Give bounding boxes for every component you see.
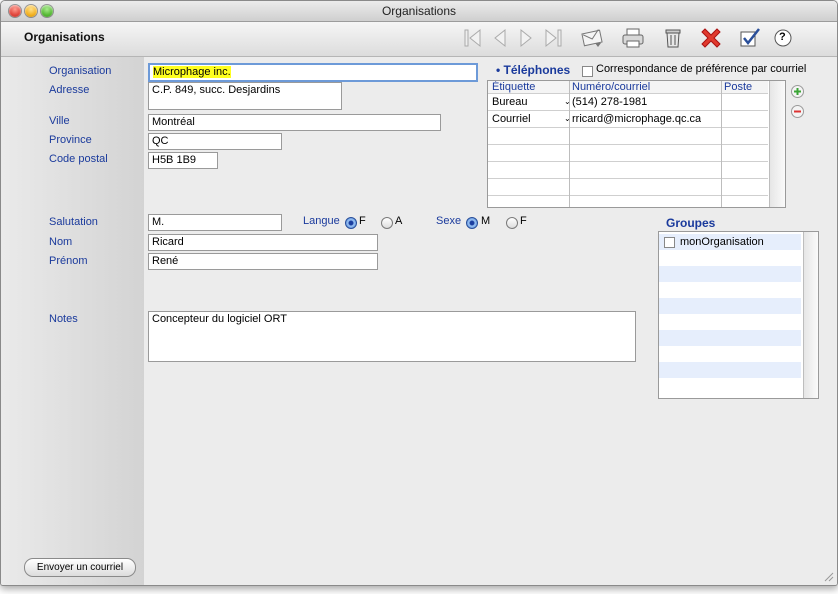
pref-email-checkbox[interactable]	[582, 66, 593, 77]
col-poste-header: Poste	[724, 81, 753, 93]
sexe-f-radio[interactable]	[506, 217, 518, 229]
group-checkbox[interactable]	[664, 237, 675, 248]
adresse-label: Adresse	[49, 84, 90, 96]
organisations-window: Organisations Organisations ? Organisati…	[0, 0, 838, 586]
list-item[interactable]	[659, 314, 801, 330]
toolbar: Organisations ?	[1, 22, 837, 57]
window-title: Organisations	[381, 4, 457, 18]
langue-label: Langue	[303, 215, 340, 227]
column-divider	[569, 81, 570, 207]
table-row[interactable]	[488, 145, 768, 162]
notes-label: Notes	[49, 313, 78, 325]
help-icon[interactable]: ?	[771, 26, 795, 50]
sexe-m-label: M	[481, 215, 491, 227]
section-title: Organisations	[24, 30, 105, 44]
send-email-icon[interactable]	[581, 26, 605, 50]
ville-field[interactable]: Montréal	[148, 114, 441, 131]
langue-a-label: A	[395, 215, 403, 227]
last-record-icon[interactable]	[541, 26, 565, 50]
table-row[interactable]: Bureau ⌄ (514) 278-1981	[488, 94, 768, 111]
column-divider	[721, 81, 722, 207]
etiquette-cell[interactable]: Bureau	[492, 94, 527, 110]
langue-f-label: F	[359, 215, 366, 227]
nom-label: Nom	[49, 236, 73, 248]
table-row[interactable]	[488, 162, 768, 179]
table-row[interactable]: Courriel ⌄ rricard@microphage.qc.ca	[488, 111, 768, 128]
next-record-icon[interactable]	[514, 26, 538, 50]
sexe-f-label: F	[520, 215, 527, 227]
province-field[interactable]: QC	[148, 133, 282, 150]
send-email-button[interactable]: Envoyer un courriel	[24, 558, 136, 577]
prenom-label: Prénom	[49, 255, 88, 267]
groupes-title: Groupes	[666, 216, 716, 230]
print-icon[interactable]	[621, 26, 645, 50]
delete-trash-icon[interactable]	[661, 26, 685, 50]
groupes-list: monOrganisation	[658, 231, 819, 399]
table-row[interactable]	[488, 128, 768, 145]
first-record-icon[interactable]	[461, 26, 485, 50]
list-item[interactable]	[659, 378, 801, 394]
list-item[interactable]	[659, 346, 801, 362]
help-label: ?	[779, 31, 786, 43]
prenom-field[interactable]: René	[148, 253, 378, 270]
list-item[interactable]	[659, 330, 801, 346]
list-item[interactable]	[659, 298, 801, 314]
salutation-label: Salutation	[49, 216, 98, 228]
langue-a-radio[interactable]	[381, 217, 393, 229]
col-numero-header: Numéro/courriel	[572, 81, 651, 93]
organisation-field[interactable]: Microphage inc.	[148, 63, 478, 82]
list-item[interactable]	[659, 282, 801, 298]
col-etiquette-header: Étiquette	[492, 81, 536, 93]
etiquette-cell[interactable]: Courriel	[492, 111, 531, 127]
telephones-table: Étiquette Numéro/courriel Poste Bureau ⌄…	[487, 80, 786, 208]
nom-field[interactable]: Ricard	[148, 234, 378, 251]
list-item[interactable]	[659, 266, 801, 282]
list-item[interactable]	[659, 362, 801, 378]
ville-label: Ville	[49, 115, 70, 127]
previous-record-icon[interactable]	[488, 26, 512, 50]
salutation-field[interactable]: M.	[148, 214, 282, 231]
table-row[interactable]	[488, 179, 768, 196]
numero-cell[interactable]: (514) 278-1981	[572, 94, 647, 110]
list-item[interactable]	[659, 250, 801, 266]
telephones-title: • Téléphones	[496, 63, 571, 77]
list-item[interactable]: monOrganisation	[659, 234, 801, 250]
add-row-icon[interactable]	[791, 85, 804, 101]
sexe-label: Sexe	[436, 215, 462, 227]
table-header: Étiquette Numéro/courriel Poste	[488, 81, 768, 94]
adresse-field[interactable]: C.P. 849, succ. Desjardins	[148, 82, 342, 110]
save-checkbox-icon[interactable]	[738, 26, 762, 50]
cancel-x-icon[interactable]	[699, 26, 723, 50]
langue-f-radio[interactable]	[345, 217, 357, 229]
group-label: monOrganisation	[680, 236, 764, 248]
province-label: Province	[49, 134, 92, 146]
groupes-scrollbar[interactable]	[803, 232, 818, 398]
organisation-label: Organisation	[49, 65, 112, 77]
title-bar: Organisations	[1, 1, 837, 22]
pref-email-label: Correspondance de préférence par courrie…	[596, 63, 807, 75]
code-postal-label: Code postal	[49, 153, 108, 165]
resize-grip-icon[interactable]	[824, 572, 834, 582]
numero-cell[interactable]: rricard@microphage.qc.ca	[572, 111, 701, 127]
telephones-scrollbar[interactable]	[769, 81, 785, 207]
remove-row-icon[interactable]	[791, 105, 804, 121]
organisation-value: Microphage inc.	[153, 66, 231, 78]
code-postal-field[interactable]: H5B 1B9	[148, 152, 218, 169]
sexe-m-radio[interactable]	[466, 217, 478, 229]
notes-field[interactable]: Concepteur du logiciel ORT	[148, 311, 636, 362]
